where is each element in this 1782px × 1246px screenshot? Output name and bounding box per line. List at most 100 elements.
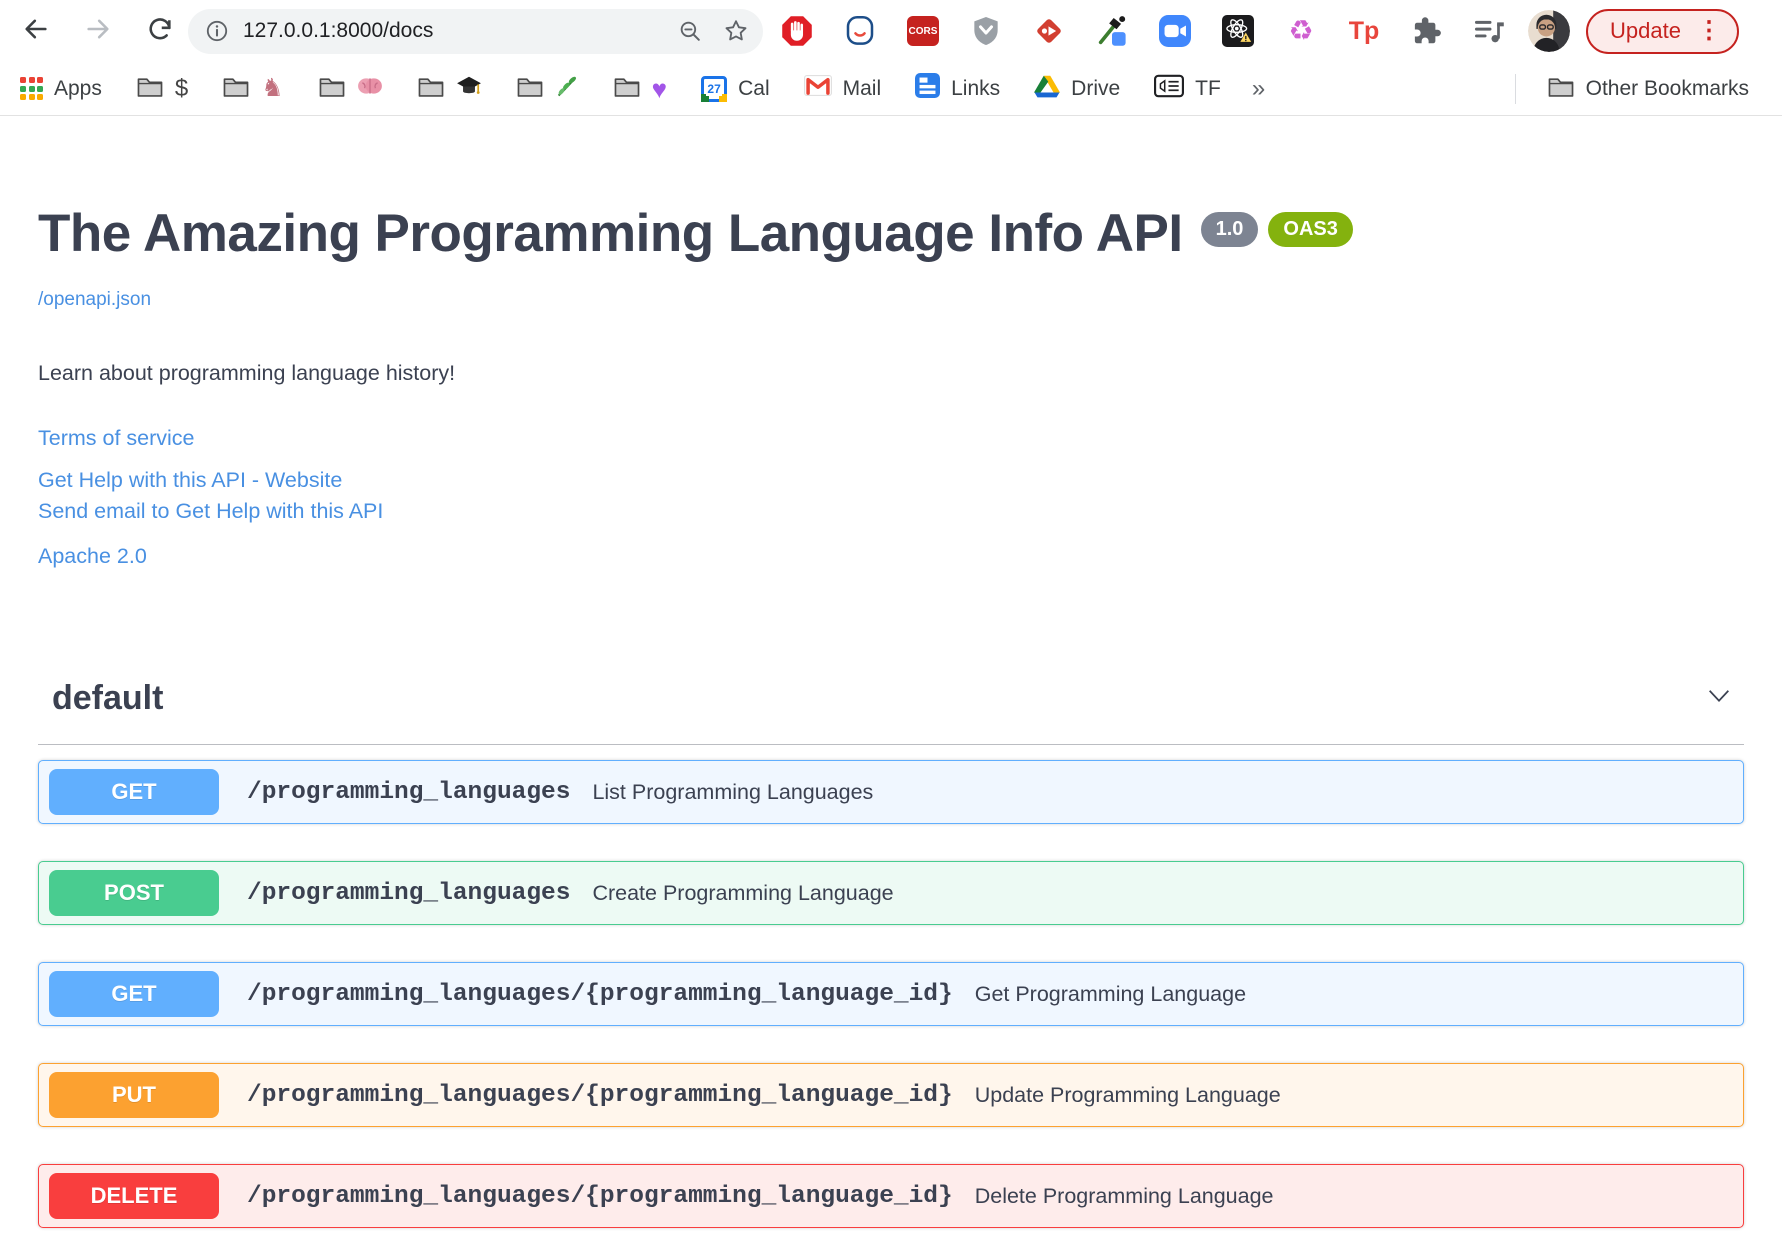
version-badge: 1.0 (1200, 212, 1259, 247)
calendar-icon: 27 (701, 75, 728, 102)
api-title-row: The Amazing Programming Language Info AP… (38, 204, 1744, 263)
bookmarks-divider (1514, 73, 1516, 104)
folder-icon (136, 75, 164, 103)
drive-icon (1034, 74, 1061, 104)
extensions-puzzle-icon[interactable] (1411, 15, 1443, 47)
endpoint-path: /programming_languages (247, 778, 571, 806)
chevron-down-icon (1707, 689, 1731, 708)
endpoint-row-delete-language[interactable]: DELETE /programming_languages/{programmi… (38, 1164, 1744, 1229)
endpoint-path: /programming_languages (247, 879, 571, 907)
endpoint-row-list-languages[interactable]: GET /programming_languages List Programm… (38, 760, 1744, 825)
back-button[interactable] (16, 11, 56, 51)
folder-icon (1547, 75, 1575, 103)
tf-card-icon (1154, 74, 1185, 104)
recycle-extension-icon[interactable]: ♻ (1285, 15, 1317, 47)
color-picker-extension-icon[interactable] (1096, 15, 1128, 47)
help-website-link[interactable]: Get Help with this API - Website (38, 468, 1744, 493)
bookmarks-overflow-chevron[interactable]: » (1238, 75, 1279, 103)
tp-label: Tp (1348, 16, 1380, 45)
license-link[interactable]: Apache 2.0 (38, 544, 1744, 569)
bookmark-apps[interactable]: Apps (16, 77, 119, 101)
endpoint-path: /programming_languages/{programming_lang… (247, 1081, 953, 1109)
bookmark-folder-dollar[interactable]: $ (119, 75, 205, 103)
shield-extension-icon[interactable] (970, 15, 1002, 47)
method-badge-delete[interactable]: DELETE (49, 1173, 219, 1220)
section-collapse-button[interactable] (1696, 681, 1742, 717)
cors-badge-label: CORS (907, 16, 939, 46)
forward-icon (84, 15, 112, 48)
folder-icon (516, 75, 544, 103)
tampermonkey-tp-icon[interactable]: Tp (1348, 15, 1380, 47)
default-section-header[interactable]: default (38, 679, 1744, 718)
method-badge-post[interactable]: POST (49, 870, 219, 917)
endpoints-list: GET /programming_languages List Programm… (38, 760, 1744, 1229)
dollar-glyph: $ (174, 74, 189, 102)
endpoint-path: /programming_languages/{programming_lang… (247, 1182, 953, 1210)
bookmark-mail[interactable]: Mail (787, 75, 899, 102)
bookmark-folder-graduation[interactable] (400, 75, 499, 103)
bookmark-calendar[interactable]: 27 Cal (684, 75, 787, 102)
section-divider (38, 744, 1744, 746)
purple-heart-icon: ♥ (651, 73, 668, 104)
links-label: Links (951, 76, 1001, 100)
folder-icon (417, 75, 445, 103)
drive-label: Drive (1071, 76, 1121, 100)
url-text[interactable]: 127.0.0.1:8000/docs (243, 19, 677, 43)
carousel-horse-icon: ♞ (261, 74, 284, 102)
zoom-app-icon[interactable] (1159, 15, 1191, 47)
other-bookmarks[interactable]: Other Bookmarks (1492, 73, 1766, 104)
endpoint-row-get-language[interactable]: GET /programming_languages/{programming_… (38, 962, 1744, 1027)
site-info-icon[interactable] (204, 18, 230, 44)
bookmark-folder-purple-heart[interactable]: ♥ (596, 75, 684, 103)
api-description: Learn about programming language history… (38, 361, 456, 386)
method-badge-put[interactable]: PUT (49, 1072, 219, 1119)
chrome-update-button[interactable]: Update ⋮ (1586, 8, 1739, 54)
openapi-spec-link[interactable]: /openapi.json (38, 289, 151, 311)
playlist-extension-icon[interactable] (1474, 15, 1506, 47)
endpoint-summary: Get Programming Language (974, 981, 1247, 1006)
bookmarks-bar: Apps $ ♞ ♥ 27 Cal Mail Links Drive TF » … (0, 62, 1782, 116)
address-bar[interactable]: 127.0.0.1:8000/docs (188, 8, 763, 54)
help-email-link[interactable]: Send email to Get Help with this API (38, 499, 1744, 524)
herb-icon (555, 74, 579, 104)
api-title: The Amazing Programming Language Info AP… (38, 204, 1183, 263)
bookmark-tf[interactable]: TF (1137, 74, 1238, 104)
browser-menu-icon[interactable]: ⋮ (1697, 19, 1721, 43)
zoom-out-icon[interactable] (677, 18, 703, 44)
bookmark-drive[interactable]: Drive (1017, 74, 1137, 104)
endpoint-summary: Create Programming Language (592, 880, 894, 905)
bookmark-folder-carousel[interactable]: ♞ (205, 75, 300, 103)
method-badge-get[interactable]: GET (49, 971, 219, 1018)
terms-of-service-link[interactable]: Terms of service (38, 426, 1744, 451)
forward-button[interactable] (78, 11, 118, 51)
bookmark-links[interactable]: Links (898, 73, 1017, 104)
api-links: Terms of service Get Help with this API … (38, 426, 1744, 569)
reload-icon (146, 15, 174, 48)
method-badge-get[interactable]: GET (49, 769, 219, 816)
profile-avatar[interactable] (1528, 10, 1570, 52)
swagger-page: The Amazing Programming Language Info AP… (0, 204, 1782, 1229)
react-devtools-icon[interactable] (1222, 15, 1254, 47)
reload-button[interactable] (140, 11, 180, 51)
apps-grid-icon (20, 77, 43, 100)
update-label: Update (1610, 18, 1681, 43)
other-bookmarks-label: Other Bookmarks (1585, 76, 1749, 100)
folder-icon (318, 75, 346, 103)
diamond-arrow-extension-icon[interactable] (1033, 15, 1065, 47)
cors-extension-icon[interactable]: CORS (907, 15, 939, 47)
graduation-cap-icon (456, 75, 482, 103)
endpoint-row-create-language[interactable]: POST /programming_languages Create Progr… (38, 861, 1744, 926)
adblock-icon[interactable] (781, 15, 813, 47)
chat-bubble-extension-icon[interactable] (844, 15, 876, 47)
endpoint-summary: Delete Programming Language (974, 1183, 1274, 1208)
bookmark-folder-herb[interactable] (499, 74, 596, 104)
folder-icon (613, 75, 641, 103)
endpoint-row-update-language[interactable]: PUT /programming_languages/{programming_… (38, 1063, 1744, 1128)
calendar-label: Cal (738, 76, 770, 100)
bookmark-folder-brain[interactable] (301, 75, 400, 103)
tf-label: TF (1195, 76, 1221, 100)
folder-icon (222, 75, 250, 103)
extensions-row: CORS ♻ Tp (781, 15, 1506, 47)
browser-toolbar: 127.0.0.1:8000/docs CORS ♻ Tp Update ⋮ (0, 0, 1782, 62)
bookmark-star-icon[interactable] (723, 18, 749, 44)
